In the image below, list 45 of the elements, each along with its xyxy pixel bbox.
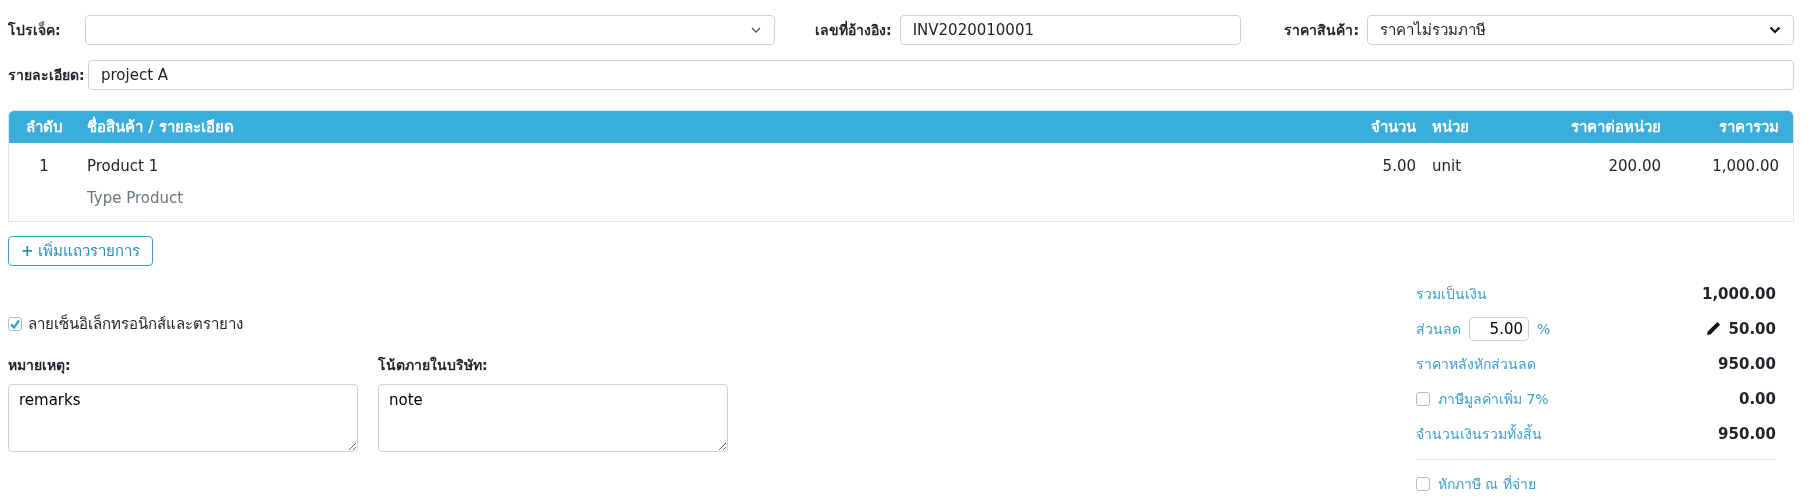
discount-field[interactable]: 5.00 (1469, 316, 1529, 341)
table-cell-text: 1,000.00 (1711, 157, 1780, 175)
field-label: โปรเจ็ค: (8, 20, 62, 40)
chevron-down-icon (1769, 26, 1781, 34)
field-label: เลขที่อ้างอิง: (815, 19, 892, 40)
column-header: จำนวน (1370, 117, 1417, 138)
product-type: Type Product (87, 189, 185, 207)
summary-value: 950.00 (1718, 354, 1776, 373)
table-cell-text: 1 (38, 157, 50, 175)
field-label: โน้ตภายในบริษัท: (378, 355, 489, 375)
summary-label: หักภาษี ณ ที่จ่าย (1438, 474, 1536, 494)
percent-sign: % (1537, 320, 1551, 337)
table-cell-text: unit (1431, 157, 1463, 175)
column-header: ชื่อสินค้า / รายละเอียด (86, 115, 235, 138)
checkbox-label: ลายเซ็นอิเล็กทรอนิกส์และตรายาง (28, 313, 243, 335)
table-cell-text: 5.00 (1381, 157, 1417, 175)
pencil-icon[interactable] (1705, 321, 1721, 336)
summary-label: ภาษีมูลค่าเพิ่ม 7% (1438, 389, 1549, 410)
column-header: ราคารวม (1718, 117, 1780, 138)
column-header: ราคาต่อหน่วย (1570, 117, 1662, 138)
field-label: ราคาสินค้า: (1284, 21, 1360, 40)
summary-label: รวมเป็นเงิน (1416, 284, 1487, 304)
summary-value: 50.00 (1728, 319, 1776, 338)
note-field[interactable]: note (378, 384, 728, 452)
summary-value: 0.00 (1739, 389, 1776, 408)
column-header: ลำดับ (24, 117, 64, 138)
summary-label: ราคาหลังหักส่วนลด (1416, 354, 1536, 374)
checkbox[interactable] (8, 317, 22, 331)
remarks-field[interactable]: remarks (8, 384, 358, 452)
price-type-select[interactable]: ราคาไม่รวมภาษี (1367, 15, 1794, 45)
summary-label: ส่วนลด (1416, 319, 1461, 339)
summary-value: 950.00 (1718, 424, 1776, 443)
product-name: Product 1 (87, 157, 160, 175)
checkbox[interactable] (1416, 391, 1430, 406)
summary-label: จำนวนเงินรวมทั้งสิ้น (1416, 423, 1542, 444)
field-label: หมายเหตุ: (8, 356, 72, 376)
add-row-button[interactable]: + เพิ่มแถวรายการ (8, 236, 154, 266)
project-select[interactable] (84, 15, 776, 45)
reference-field[interactable]: INV2020010001 (899, 15, 1242, 45)
summary-value: 1,000.00 (1701, 284, 1776, 303)
detail-field[interactable]: project A (88, 60, 1794, 90)
column-header: หน่วย (1431, 117, 1470, 138)
checkbox[interactable] (1416, 476, 1430, 491)
table-cell-text: 200.00 (1607, 157, 1662, 175)
chevron-down-icon (750, 26, 763, 34)
